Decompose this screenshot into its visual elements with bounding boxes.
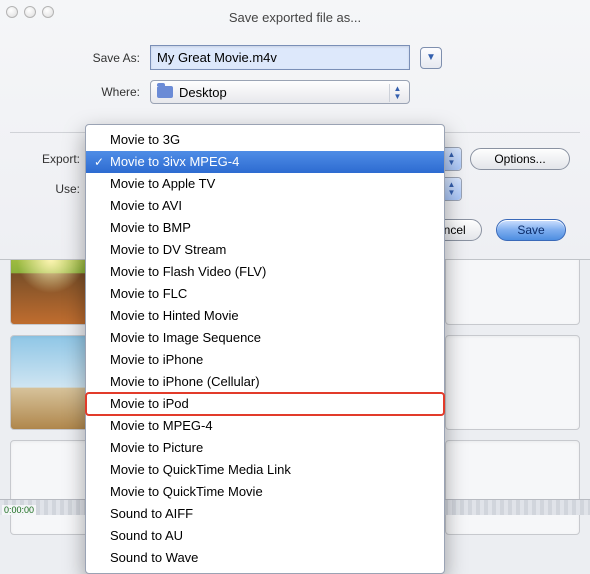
expand-toggle-button[interactable]: ▼ [420,47,442,69]
menu-item[interactable]: Movie to QuickTime Movie [86,481,444,503]
menu-item[interactable]: Movie to iPhone [86,349,444,371]
menu-item[interactable]: Sound to Wave [86,547,444,569]
menu-item[interactable]: Movie to Apple TV [86,173,444,195]
export-label: Export: [20,152,80,166]
menu-item[interactable]: Movie to Picture [86,437,444,459]
folder-icon [157,86,173,98]
save-as-label: Save As: [30,51,150,65]
close-icon[interactable] [6,6,18,18]
menu-item[interactable]: Movie to AVI [86,195,444,217]
menu-item[interactable]: Movie to Image Sequence [86,327,444,349]
where-value: Desktop [179,85,227,100]
menu-item[interactable]: Movie to iPod [86,393,444,415]
updown-arrows-icon: ▲▼ [389,84,405,102]
use-label: Use: [20,182,80,196]
where-select[interactable]: Desktop ▲▼ [150,80,410,104]
menu-item[interactable]: Movie to 3ivx MPEG-4 [86,151,444,173]
options-button[interactable]: Options... [470,148,570,170]
zoom-icon[interactable] [42,6,54,18]
triangle-down-icon: ▼ [426,52,436,63]
save-button[interactable]: Save [496,219,566,241]
menu-item[interactable]: Movie to Flash Video (FLV) [86,261,444,283]
menu-item[interactable]: Movie to QuickTime Media Link [86,459,444,481]
where-label: Where: [30,85,150,99]
timeline-timestamp: 0:00:00 [2,505,36,515]
export-dropdown-menu[interactable]: Movie to 3GMovie to 3ivx MPEG-4Movie to … [85,124,445,574]
menu-item[interactable]: Movie to DV Stream [86,239,444,261]
menu-item[interactable]: Movie to iPhone (Cellular) [86,371,444,393]
minimize-icon[interactable] [24,6,36,18]
menu-item[interactable]: Sound to AIFF [86,503,444,525]
menu-item[interactable]: Movie to BMP [86,217,444,239]
menu-item[interactable]: Movie to FLC [86,283,444,305]
thumbnail-empty [445,440,580,535]
menu-item[interactable]: Movie to Hinted Movie [86,305,444,327]
window-title: Save exported file as... [10,10,580,25]
menu-item[interactable]: Movie to 3G [86,129,444,151]
menu-item[interactable]: Sound to AU [86,525,444,547]
window-controls[interactable] [6,6,54,18]
thumbnail-empty [445,335,580,430]
save-as-input[interactable] [150,45,410,70]
menu-item[interactable]: Movie to MPEG-4 [86,415,444,437]
